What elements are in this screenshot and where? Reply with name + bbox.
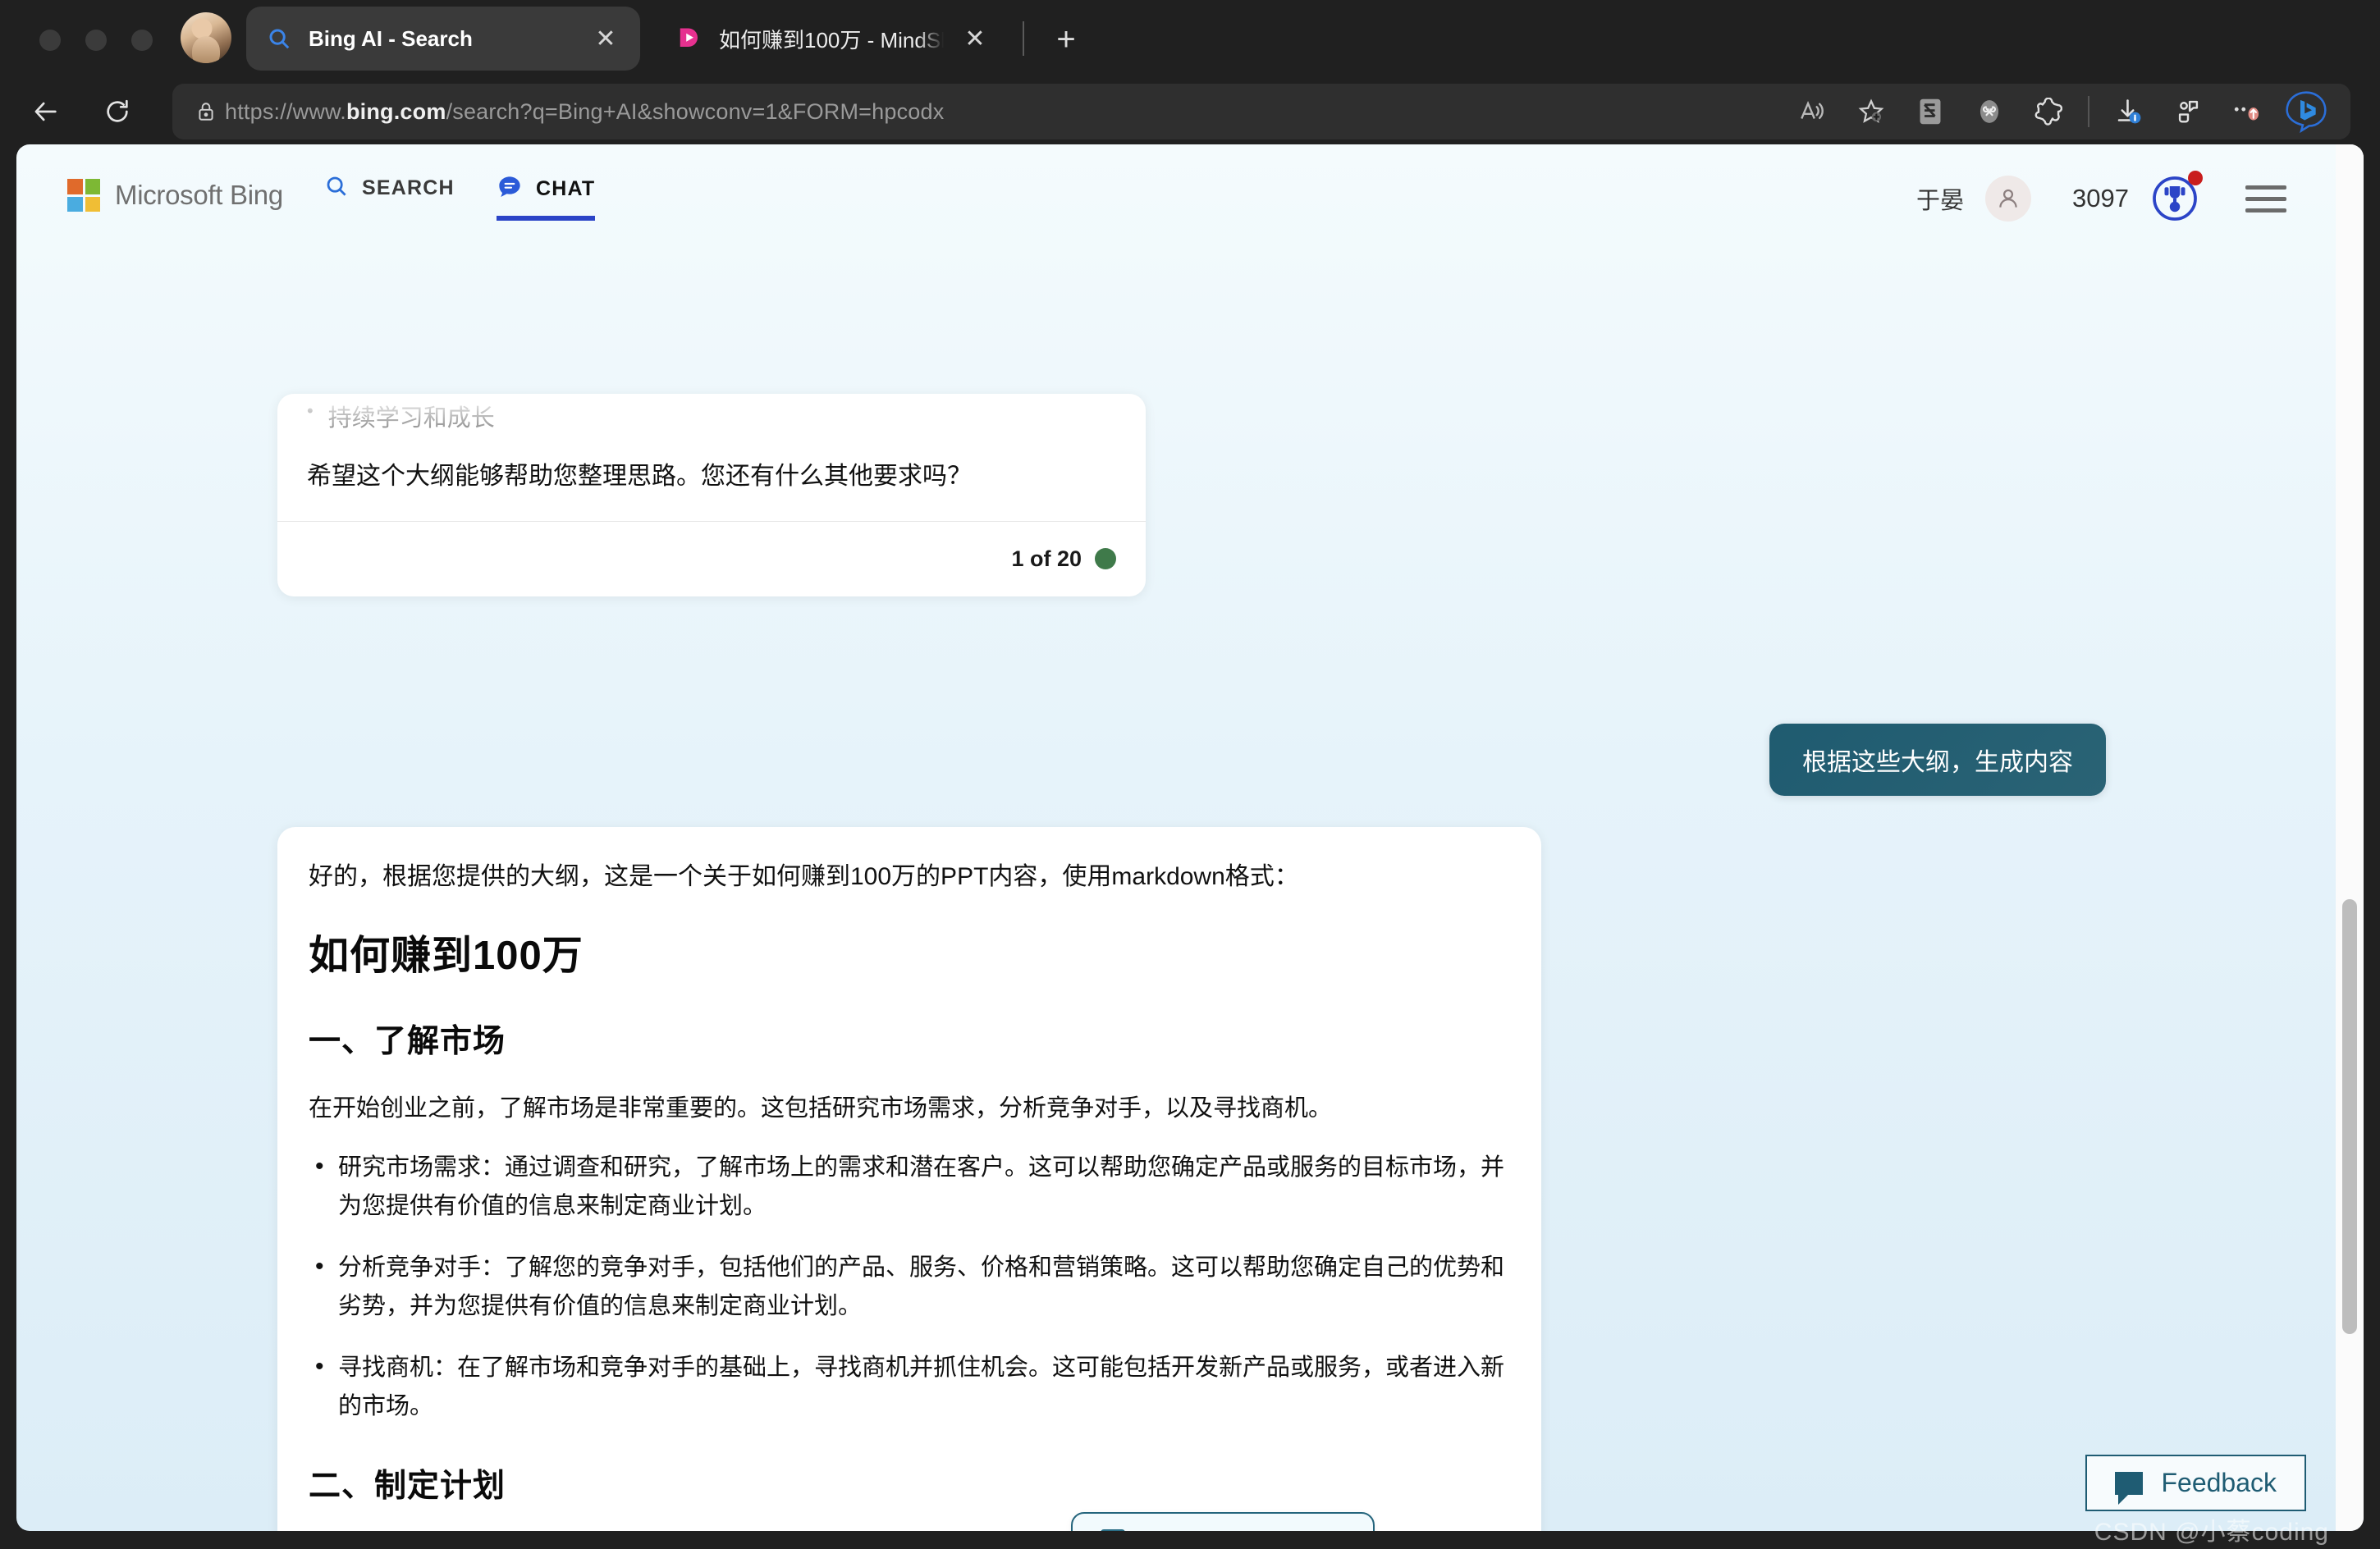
- zhihu-extension-icon[interactable]: [1901, 89, 1960, 135]
- tab-search-label: SEARCH: [362, 176, 455, 199]
- window-controls[interactable]: [39, 30, 153, 51]
- list-item: 研究市场需求：通过调查和研究，了解市场上的需求和潜在客户。这可以帮助您确定产品或…: [309, 1147, 1510, 1226]
- close-icon[interactable]: ✕: [591, 24, 620, 53]
- message-counter: 1 of 20: [1011, 546, 1082, 571]
- hamburger-menu-icon[interactable]: [2245, 185, 2286, 212]
- bot-intro-line: 好的，根据您提供的大纲，这是一个关于如何赚到100万的PPT内容，使用markd…: [309, 863, 1299, 890]
- list-item: 寻找商机：在了解市场和竞争对手的基础上，寻找商机并抓住机会。这可能包括开发新产品…: [309, 1347, 1510, 1426]
- page-content: Microsoft Bing SEARCH CHAT 于晏 3097 • 持续学…: [16, 144, 2336, 1531]
- browser-navigation-bar: https://www.bing.com/search?q=Bing+AI&sh…: [0, 79, 2380, 144]
- list-item-label: 持续学习和成长: [327, 405, 495, 432]
- section-paragraph: 在开始创业之前，了解市场是非常重要的。这包括研究市场需求，分析竞争对手，以及寻找…: [309, 1095, 1333, 1122]
- bot-message-footer: 1 of 20: [277, 520, 1146, 596]
- microsoft-bing-logo[interactable]: Microsoft Bing: [67, 179, 283, 212]
- downloads-icon[interactable]: [2099, 89, 2158, 135]
- maximize-window-button[interactable]: [131, 30, 153, 51]
- answer-title: 如何赚到100万: [309, 934, 584, 978]
- browser-tab-bing[interactable]: Bing AI - Search ✕: [246, 7, 640, 71]
- stop-responding-button[interactable]: Stop Responding: [1071, 1512, 1375, 1531]
- list-item: • 持续学习和成长: [307, 394, 1116, 433]
- url-text[interactable]: https://www.bing.com/search?q=Bing+AI&sh…: [225, 99, 1783, 125]
- tab-chat[interactable]: CHAT: [497, 174, 596, 221]
- read-aloud-icon[interactable]: [1783, 89, 1842, 135]
- bot-message-current: 好的，根据您提供的大纲，这是一个关于如何赚到100万的PPT内容，使用markd…: [277, 827, 1541, 1531]
- address-bar[interactable]: https://www.bing.com/search?q=Bing+AI&sh…: [172, 84, 2350, 139]
- feedback-label: Feedback: [2161, 1468, 2277, 1497]
- user-name: 于晏: [1916, 188, 1965, 214]
- reload-icon[interactable]: [94, 89, 140, 135]
- list-item: 分析竞争对手：了解您的竞争对手，包括他们的产品、服务、价格和营销策略。这可以帮助…: [309, 1247, 1510, 1326]
- address-bar-actions: [1783, 89, 2336, 135]
- section-heading: 一、了解市场: [309, 1024, 506, 1059]
- notification-dot: [2188, 171, 2203, 185]
- bot-closing-line: 希望这个大纲能够帮助您整理思路。您还有什么其他要求吗？: [307, 463, 972, 490]
- search-icon: [266, 25, 292, 52]
- web-page-viewport: Microsoft Bing SEARCH CHAT 于晏 3097 • 持续学…: [16, 144, 2364, 1531]
- lock-icon: [187, 100, 225, 123]
- bing-header-right: 于晏 3097: [1916, 171, 2286, 223]
- extensions-puzzle-icon[interactable]: [2019, 89, 2078, 135]
- bing-wordmark: Microsoft Bing: [115, 180, 283, 210]
- bing-header: Microsoft Bing SEARCH CHAT 于晏 3097: [16, 144, 2336, 246]
- chat-bubble-icon: [497, 174, 523, 204]
- browser-tab-title: Bing AI - Search: [309, 25, 473, 51]
- stop-responding-label: Stop Responding: [1143, 1528, 1345, 1531]
- tone-indicator-dot: [1095, 548, 1116, 569]
- browser-window: Bing AI - Search ✕ 如何赚到100万 - MindShow， …: [0, 0, 2380, 1549]
- close-icon[interactable]: ✕: [960, 24, 990, 53]
- back-arrow-icon[interactable]: [23, 89, 69, 135]
- browser-profile-avatar[interactable]: [181, 12, 231, 63]
- user-message: 根据这些大纲，生成内容: [1769, 724, 2106, 796]
- collections-icon[interactable]: [2158, 89, 2218, 135]
- close-window-button[interactable]: [39, 30, 61, 51]
- minimize-window-button[interactable]: [85, 30, 107, 51]
- tab-chat-label: CHAT: [536, 177, 596, 200]
- stop-square-icon: [1101, 1528, 1125, 1531]
- tab-divider: [1023, 21, 1024, 56]
- rewards-medal-icon[interactable]: [2150, 171, 2203, 223]
- section-bullet-list: 研究市场需求：通过调查和研究，了解市场上的需求和潜在客户。这可以帮助您确定产品或…: [309, 1147, 1510, 1426]
- mindshow-play-icon: [676, 25, 703, 52]
- toolbar-divider: [2088, 96, 2089, 127]
- bullet-dot: •: [307, 400, 314, 421]
- microsoft-logo-icon: [67, 179, 100, 212]
- chat-conversation: • 持续学习和成长 希望这个大纲能够帮助您整理思路。您还有什么其他要求吗？ 1 …: [16, 246, 2336, 1531]
- scrollbar-thumb[interactable]: [2342, 899, 2357, 1334]
- browser-tab-title: 如何赚到100万 - MindShow，: [719, 27, 944, 53]
- browser-tab-mindshow[interactable]: 如何赚到100万 - MindShow， ✕: [657, 7, 1009, 71]
- search-icon: [324, 174, 349, 203]
- bot-message-body: • 持续学习和成长 希望这个大纲能够帮助您整理思路。您还有什么其他要求吗？: [277, 394, 1146, 521]
- feedback-bubble-icon: [2115, 1471, 2144, 1505]
- vertical-scrollbar[interactable]: [2336, 144, 2364, 1531]
- feedback-button[interactable]: Feedback: [2085, 1455, 2306, 1511]
- bing-copilot-icon[interactable]: [2277, 89, 2336, 135]
- tab-search[interactable]: SEARCH: [324, 174, 455, 214]
- section-heading: 二、制定计划: [309, 1469, 506, 1505]
- new-tab-button[interactable]: +: [1046, 20, 1086, 59]
- rewards-points: 3097: [2072, 184, 2129, 212]
- avatar[interactable]: [1985, 176, 2032, 222]
- extension-scissors-icon[interactable]: [1960, 89, 2019, 135]
- bot-message-previous: • 持续学习和成长 希望这个大纲能够帮助您整理思路。您还有什么其他要求吗？ 1 …: [277, 394, 1146, 596]
- browser-titlebar: Bing AI - Search ✕ 如何赚到100万 - MindShow， …: [0, 0, 2380, 79]
- more-settings-icon[interactable]: [2218, 89, 2277, 135]
- add-favorite-icon[interactable]: [1842, 89, 1901, 135]
